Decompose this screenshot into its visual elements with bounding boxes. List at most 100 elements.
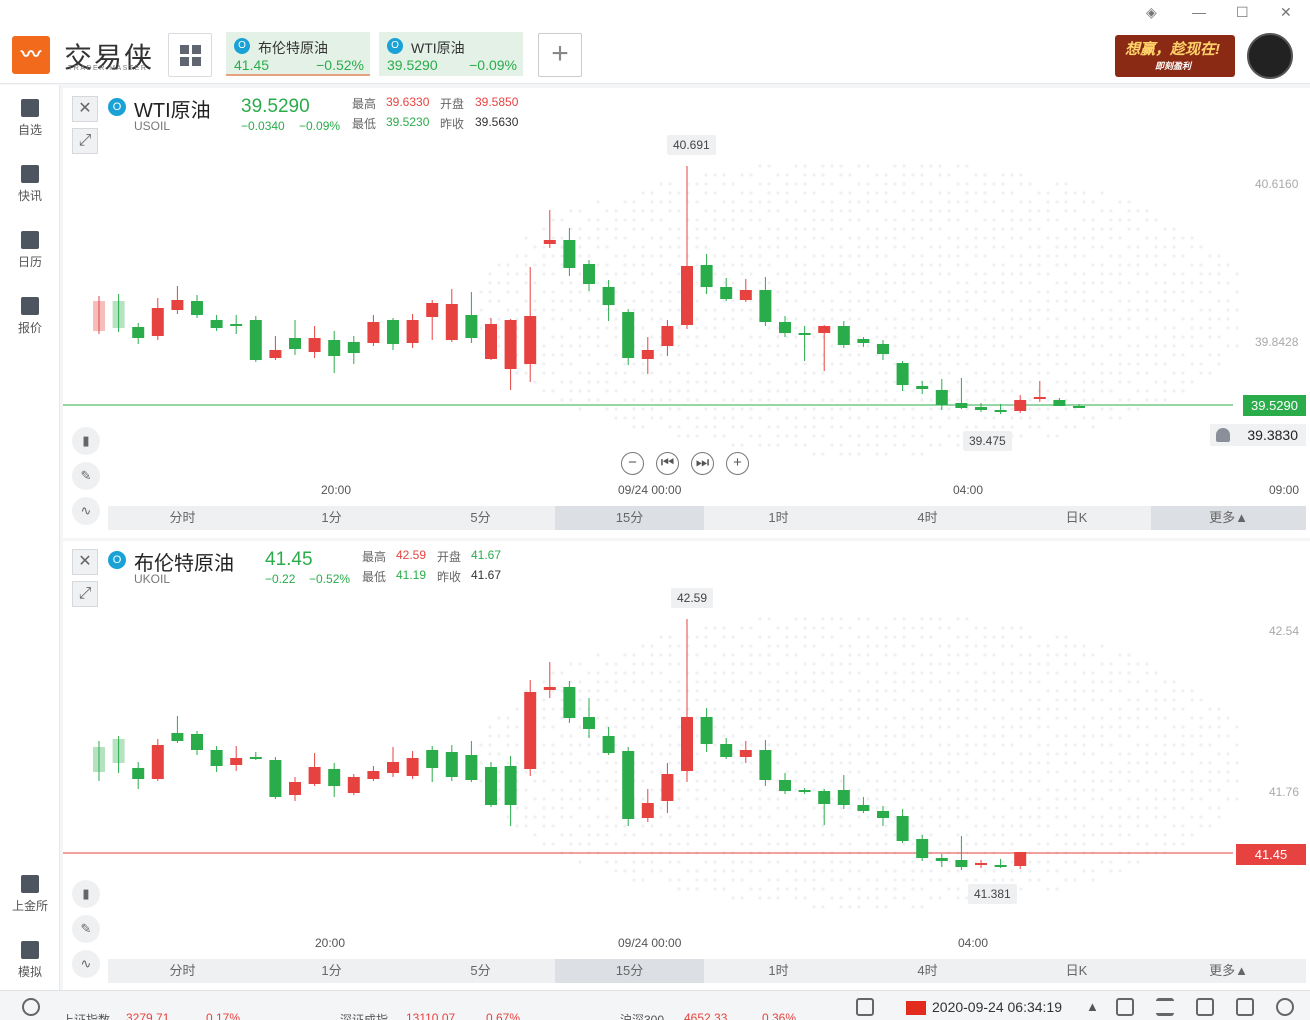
sidebar-item-watchlist[interactable]: 自选	[0, 99, 60, 138]
tf-more-button[interactable]: 更多▲	[1151, 506, 1306, 530]
tab-wti[interactable]: O WTI原油 39.5290 −0.09%	[379, 32, 523, 76]
grid-layout-button[interactable]	[168, 33, 212, 77]
map-backdrop	[479, 164, 1239, 456]
candle	[132, 323, 145, 344]
tf-button[interactable]: 1分	[257, 959, 406, 983]
sidebar-item-sge[interactable]: 上金所	[0, 875, 60, 914]
candle	[406, 314, 419, 348]
ticker-change: 0.17%	[206, 1011, 241, 1020]
sidebar-label: 报价	[17, 321, 42, 335]
candle	[485, 762, 497, 807]
sidebar-label: 日历	[17, 255, 42, 269]
tf-button[interactable]: 日K	[1002, 959, 1151, 983]
close-panel-button[interactable]: ✕	[72, 96, 98, 122]
grid-icon	[180, 45, 189, 54]
tf-button[interactable]: 1时	[704, 959, 853, 983]
draw-tool-button[interactable]: ✎	[72, 915, 100, 943]
close-panel-button[interactable]: ✕	[72, 549, 98, 575]
tab-brent[interactable]: O 布伦特原油 41.45 −0.52%	[226, 32, 370, 76]
tf-button[interactable]: 4时	[853, 506, 1002, 530]
news-icon	[21, 165, 39, 183]
chart-type-button[interactable]: ∿	[72, 497, 100, 525]
price-axis-tick: 39.8428	[1255, 335, 1299, 349]
app-subtitle: TRADER MASTER	[68, 65, 148, 72]
tf-more-button[interactable]: 更多▲	[1151, 959, 1306, 983]
sidebar-item-quotes[interactable]: 报价	[0, 297, 60, 336]
close-icon[interactable]: ✕	[1280, 4, 1292, 21]
candle	[504, 319, 517, 390]
tf-button[interactable]: 5分	[406, 506, 555, 530]
draw-tool-button[interactable]: ✎	[72, 462, 100, 490]
chevron-up-icon[interactable]: ▲	[1086, 999, 1099, 1014]
mute-icon[interactable]	[1236, 998, 1254, 1016]
candle	[641, 789, 654, 822]
promo-banner[interactable]: 想赢，趁现在! 即刻盈利	[1115, 35, 1235, 77]
tf-button[interactable]: 日K	[1002, 506, 1151, 530]
indicator-tool-button[interactable]: ▮	[72, 427, 100, 455]
candle	[151, 739, 164, 781]
candle	[877, 340, 889, 360]
time-tick: 09:00	[1269, 483, 1300, 497]
candle	[151, 298, 164, 340]
tf-button[interactable]: 5分	[406, 959, 555, 983]
tf-button[interactable]: 1时	[704, 506, 853, 530]
oil-icon: O	[108, 551, 126, 569]
indicator-tool-button[interactable]: ▮	[72, 880, 100, 908]
zoom-out-button[interactable]: −	[621, 452, 644, 475]
candlestick-chart-wti[interactable]	[63, 88, 1310, 538]
candle	[896, 809, 909, 843]
chart-type-button[interactable]: ∿	[72, 950, 100, 978]
candle	[896, 361, 909, 391]
candle	[1053, 398, 1066, 406]
add-tab-button[interactable]: +	[538, 33, 582, 77]
tf-button-active[interactable]: 15分	[555, 506, 704, 530]
tf-button[interactable]: 分时	[108, 506, 257, 530]
symbol-code: USOIL	[134, 119, 171, 133]
expand-panel-button[interactable]: ⤢	[72, 128, 98, 154]
price-alert[interactable]: 39.3830	[1210, 424, 1306, 446]
settings-icon[interactable]	[1276, 998, 1294, 1016]
avatar[interactable]	[1247, 33, 1293, 79]
low-value: 39.5230	[386, 115, 430, 129]
sidebar-item-calendar[interactable]: 日历	[0, 231, 60, 270]
minimize-icon[interactable]: —	[1192, 4, 1206, 20]
screen-off-icon[interactable]	[1116, 998, 1134, 1016]
candle	[622, 747, 635, 826]
candle	[837, 321, 850, 348]
layers-icon[interactable]: ◈	[1146, 4, 1157, 21]
candle	[916, 381, 929, 394]
tab-name: WTI原油	[411, 40, 465, 56]
bookmark-icon	[21, 99, 39, 117]
candle	[798, 788, 811, 794]
sidebar-item-news[interactable]: 快讯	[0, 165, 60, 204]
zoom-in-button[interactable]: +	[726, 452, 749, 475]
sidebar-item-demo[interactable]: 模拟	[0, 941, 60, 980]
timeframe-bar: 分时 1分 5分 15分 1时 4时 日K 更多▲	[108, 506, 1306, 530]
jump-start-button[interactable]: ⏮	[656, 452, 679, 475]
low-label: 最低	[352, 117, 377, 131]
tf-button-active[interactable]: 15分	[555, 959, 704, 983]
candle	[445, 289, 458, 342]
tf-button[interactable]: 1分	[257, 506, 406, 530]
expand-panel-button[interactable]: ⤢	[72, 581, 98, 607]
tf-button[interactable]: 分时	[108, 959, 257, 983]
open-label: 开盘	[437, 550, 462, 564]
candle	[426, 300, 439, 340]
candle	[347, 336, 360, 364]
translate-icon[interactable]	[856, 998, 874, 1016]
camera-icon[interactable]	[1196, 998, 1214, 1016]
candlestick-chart-brent[interactable]	[63, 541, 1310, 991]
tf-button[interactable]: 4时	[853, 959, 1002, 983]
candle	[485, 318, 497, 360]
candle	[602, 280, 615, 321]
chart-panel-brent: ✕ ⤢ O 布伦特原油 UKOIL 41.45 −0.22 −0.52% 最高 …	[63, 541, 1310, 991]
candle	[249, 752, 262, 760]
candle	[387, 747, 399, 777]
maximize-icon[interactable]: ☐	[1236, 4, 1249, 21]
headset-icon[interactable]	[22, 998, 40, 1016]
candle	[289, 320, 301, 355]
candle	[171, 716, 184, 743]
ticker-value: 13110.07	[406, 1011, 456, 1020]
jump-end-button[interactable]: ⏭	[691, 452, 714, 475]
menu-icon[interactable]	[1156, 998, 1174, 1016]
